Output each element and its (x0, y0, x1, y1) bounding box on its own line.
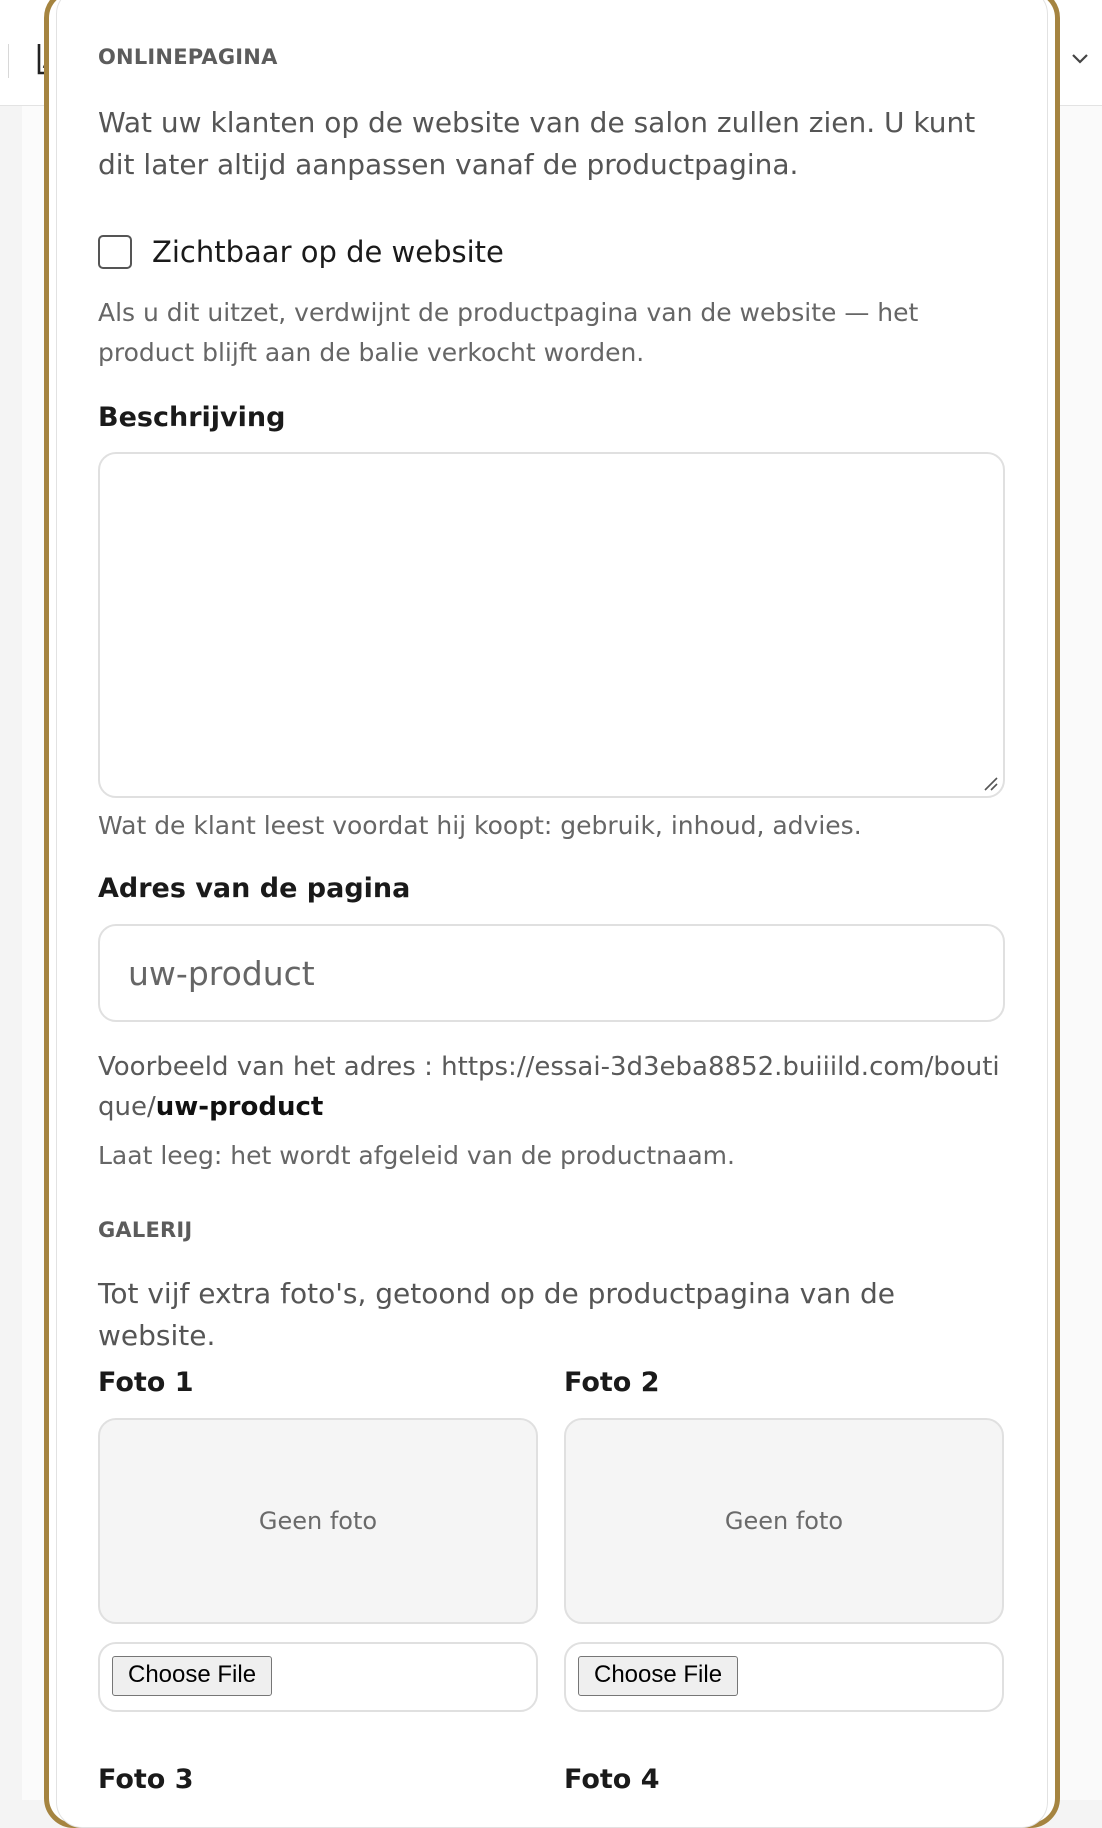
photo-1-file-input[interactable]: Choose File (98, 1642, 538, 1712)
photo-3-label: Foto 3 (98, 1764, 194, 1795)
section-heading-online: ONLINEPAGINA (98, 45, 278, 69)
photo-2-label: Foto 2 (564, 1367, 660, 1398)
address-preview: Voorbeeld van het adres : https://essai-… (98, 1047, 1004, 1127)
description-textarea[interactable] (98, 452, 1005, 798)
description-help: Wat de klant leest voordat hij koopt: ge… (98, 811, 862, 840)
address-preview-slug: uw-product (155, 1092, 324, 1122)
gallery-intro: Tot vijf extra foto's, getoond op de pro… (98, 1277, 896, 1352)
visible-checkbox[interactable] (98, 235, 132, 269)
online-intro: Wat uw klanten op de website van de salo… (98, 106, 976, 181)
address-label: Adres van de pagina (98, 873, 411, 904)
photo-2-empty-text: Geen foto (724, 1507, 844, 1535)
visible-checkbox-label[interactable]: Zichtbaar op de website (152, 235, 504, 269)
photo-1-empty-text: Geen foto (258, 1507, 378, 1535)
photo-1-preview: Geen foto (98, 1418, 538, 1624)
toolbar-divider (8, 44, 9, 78)
photo-2-choose-file-button[interactable]: Choose File (578, 1656, 739, 1696)
visible-help: Als u dit uitzet, verdwijnt de productpa… (98, 298, 919, 367)
background-right-panel (1058, 106, 1102, 1800)
section-heading-gallery: GALERIJ (98, 1218, 193, 1242)
photo-1-choose-file-button[interactable]: Choose File (112, 1656, 273, 1696)
address-help: Laat leeg: het wordt afgeleid van de pro… (98, 1141, 735, 1170)
chevron-down-icon[interactable] (1070, 52, 1090, 66)
photo-2-file-input[interactable]: Choose File (564, 1642, 1004, 1712)
photo-2-preview: Geen foto (564, 1418, 1004, 1624)
resize-handle-icon[interactable] (981, 774, 999, 792)
address-input[interactable] (98, 924, 1005, 1022)
photo-1-label: Foto 1 (98, 1367, 194, 1398)
description-label: Beschrijving (98, 402, 286, 433)
visible-row[interactable]: Zichtbaar op de website (98, 232, 504, 272)
photo-4-label: Foto 4 (564, 1764, 660, 1795)
